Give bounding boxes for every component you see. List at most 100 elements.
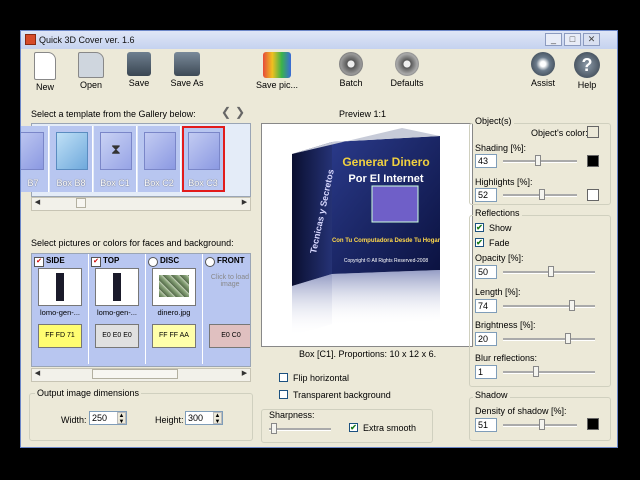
shading-color-swatch[interactable] [587,155,599,167]
face-color-swatch[interactable]: FF FD 71 [38,324,82,348]
save-as-button[interactable]: Save As [163,52,211,96]
save-button[interactable]: Save [115,52,163,96]
shadow-density-slider-thumb[interactable] [539,419,545,430]
box-template-icon [21,132,44,170]
scroll-thumb[interactable] [92,369,178,379]
fade-reflections-checkbox[interactable]: ✔ [475,238,484,247]
length-input[interactable]: 74 [475,299,497,313]
faces-scrollbar[interactable]: ◀ ▶ [31,368,251,382]
sharpness-slider-thumb[interactable] [271,423,277,434]
width-spinner[interactable]: ▲ ▼ [117,412,126,425]
batch-label: Batch [339,78,363,88]
highlights-input[interactable]: 52 [475,188,497,202]
gallery-prev-icon[interactable]: ❮ [221,105,231,119]
brightness-input[interactable]: 20 [475,332,497,346]
object-color-swatch[interactable] [587,126,599,138]
blur-reflections-input[interactable]: 1 [475,365,497,379]
click-to-load-hint[interactable]: Click to load image [209,268,250,304]
preview-caption: Box [C1]. Proportions: 10 x 12 x 6. [299,349,437,359]
batch-disc-icon [339,52,363,76]
face-side[interactable]: ✔ SIDE lomo-gen-... FF FD 71 [32,254,89,364]
assist-button[interactable]: Assist [519,52,567,96]
opacity-label: Opacity [%]: [475,253,524,263]
preview-label: Preview 1:1 [339,109,387,119]
template-tile-c2[interactable]: Box C2 [138,126,181,192]
highlights-slider-thumb[interactable] [539,189,545,200]
shading-slider-thumb[interactable] [535,155,541,166]
face-title: TOP [103,256,120,265]
template-tile-b7[interactable]: B7 [21,126,49,192]
defaults-button[interactable]: Defaults [383,52,431,96]
face-color-swatch[interactable]: E0 C0 [209,324,250,348]
face-image-thumb[interactable] [152,268,196,306]
batch-button[interactable]: Batch [327,52,375,96]
preview-canvas: Generar Dinero Por El Internet Con Tu Co… [261,123,473,347]
blur-slider-thumb[interactable] [533,366,539,377]
face-image-thumb[interactable] [95,268,139,306]
blur-reflections-label: Blur reflections: [475,353,538,363]
opacity-input[interactable]: 50 [475,265,497,279]
fade-reflections-label: Fade [489,238,510,248]
scroll-thumb[interactable] [76,198,86,208]
transparent-background-label: Transparent background [293,390,391,400]
brightness-slider-thumb[interactable] [565,333,571,344]
face-top[interactable]: ✔ TOP lomo-gen-... E0 E0 E0 [89,254,146,364]
face-radio[interactable] [148,257,158,267]
length-slider-thumb[interactable] [569,300,575,311]
flip-horizontal-checkbox[interactable] [279,373,288,382]
face-color-swatch[interactable]: E0 E0 E0 [95,324,139,348]
face-title: SIDE [46,256,65,265]
face-radio[interactable] [205,257,215,267]
transparent-background-checkbox[interactable] [279,390,288,399]
face-color-swatch[interactable]: FF FF AA [152,324,196,348]
gallery-scrollbar[interactable]: ◀ ▶ [31,197,251,211]
shadow-density-input[interactable]: 51 [475,418,497,432]
face-checkbox[interactable]: ✔ [91,257,101,267]
new-document-icon [34,52,56,80]
output-dimensions-label: Output image dimensions [35,388,142,398]
opacity-slider-thumb[interactable] [548,266,554,277]
face-checkbox[interactable]: ✔ [34,257,44,267]
window-title: Quick 3D Cover ver. 1.6 [39,35,135,45]
extra-smooth-checkbox[interactable]: ✔ [349,423,358,432]
scroll-right-icon[interactable]: ▶ [239,198,250,208]
gallery-label: Select a template from the Gallery below… [31,109,196,119]
scroll-left-icon[interactable]: ◀ [32,198,43,208]
scroll-left-icon[interactable]: ◀ [32,369,43,379]
brightness-track[interactable] [503,338,595,341]
flip-horizontal-label: Flip horizontal [293,373,350,383]
template-tile-c3[interactable]: Box C3 [182,126,225,192]
help-button[interactable]: ? Help [563,52,611,96]
save-as-icon [174,52,200,76]
brightness-label: Brightness [%]: [475,320,536,330]
box-template-icon [56,132,88,170]
minimize-button[interactable]: _ [545,33,562,46]
highlights-color-swatch[interactable] [587,189,599,201]
shadow-color-swatch[interactable] [587,418,599,430]
face-image-thumb[interactable] [38,268,82,306]
template-tile-c1[interactable]: ⧗ Box C1 [94,126,137,192]
tile-label: B7 [27,178,39,188]
show-reflections-checkbox[interactable]: ✔ [475,223,484,232]
sharpness-track[interactable] [269,428,331,431]
scroll-right-icon[interactable]: ▶ [239,369,250,379]
length-track[interactable] [503,305,595,308]
close-button[interactable]: ✕ [583,33,600,46]
new-button[interactable]: New [21,52,69,96]
help-question-icon: ? [574,52,600,78]
gallery-next-icon[interactable]: ❯ [235,105,245,119]
maximize-button[interactable]: □ [564,33,581,46]
new-label: New [35,82,54,92]
face-front[interactable]: FRONT Click to load image E0 C0 [203,254,250,364]
shading-input[interactable]: 43 [475,154,497,168]
box-copyright: Copyright © All Rights Reserved-2008 [344,257,428,264]
face-file-name: dinero.jpg [157,308,191,317]
box-title-1: Generar Dinero [342,155,429,169]
template-tile-b8[interactable]: Box B8 [50,126,93,192]
blur-track[interactable] [503,371,595,374]
open-button[interactable]: Open [67,52,115,96]
face-disc[interactable]: DISC dinero.jpg FF FF AA [146,254,203,364]
defaults-label: Defaults [390,78,424,88]
height-spinner[interactable]: ▲ ▼ [213,412,222,425]
save-pic-button[interactable]: Save pic... [253,52,301,96]
